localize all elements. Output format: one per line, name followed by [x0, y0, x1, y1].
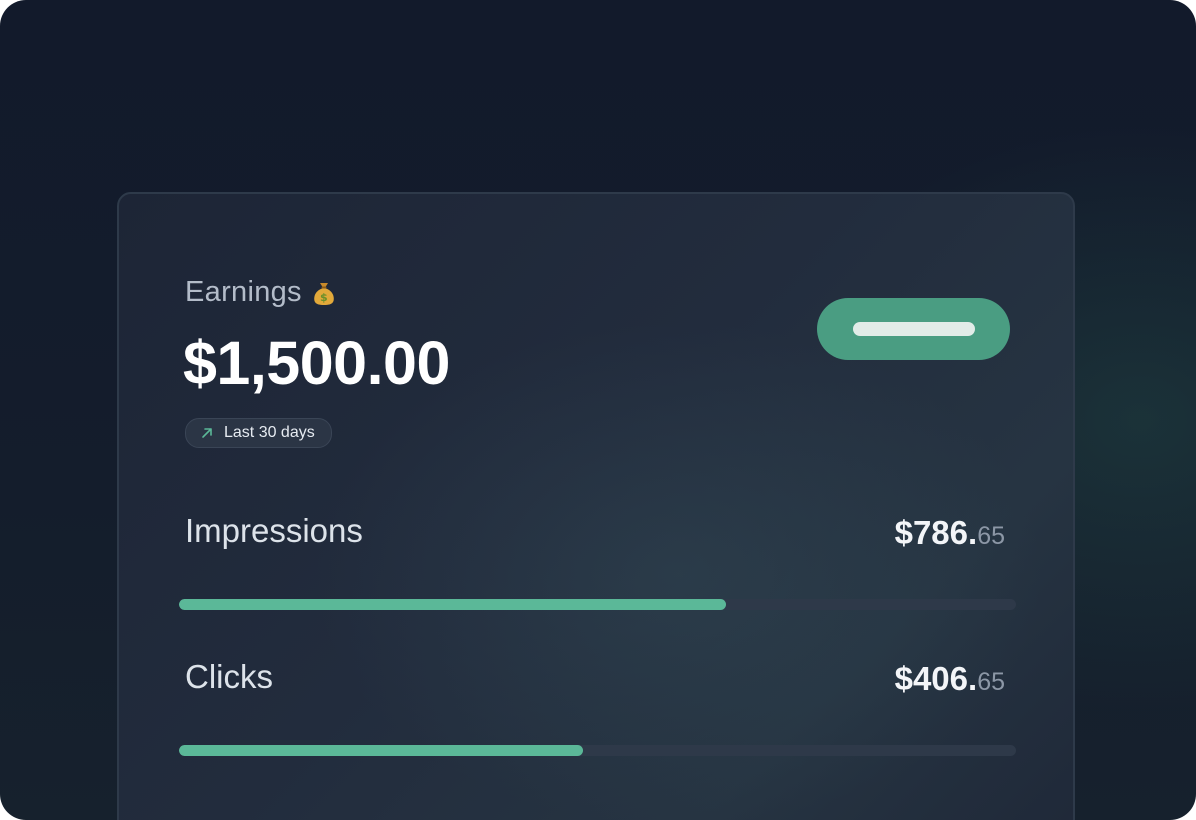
impressions-progress-track — [179, 599, 1016, 610]
earnings-title: Earnings — [185, 276, 302, 308]
period-label: Last 30 days — [224, 424, 315, 441]
clicks-label: Clicks — [185, 658, 273, 695]
earnings-card: Earnings $ $1,500.00 Last 30 days Impres… — [117, 192, 1075, 820]
impressions-label: Impressions — [185, 512, 363, 549]
clicks-value-cents: 65 — [977, 668, 1005, 696]
trend-up-arrow-icon — [202, 428, 212, 438]
clicks-value-main: $406. — [894, 660, 978, 697]
money-bag-icon: $ — [312, 280, 336, 306]
impressions-value: $786.65 — [895, 514, 1005, 552]
period-badge[interactable]: Last 30 days — [185, 418, 332, 448]
earnings-header: Earnings $ — [185, 276, 336, 309]
button-label-placeholder — [853, 322, 975, 336]
clicks-progress-fill — [179, 745, 584, 756]
clicks-progress-track — [179, 745, 1016, 756]
impressions-progress-fill — [179, 599, 726, 610]
action-button[interactable] — [817, 298, 1010, 360]
impressions-value-cents: 65 — [977, 522, 1005, 550]
impressions-value-main: $786. — [894, 514, 978, 551]
clicks-value: $406.65 — [895, 660, 1005, 698]
total-earnings-value: $1,500.00 — [183, 329, 450, 397]
svg-text:$: $ — [320, 291, 328, 304]
widget-frame: Earnings $ $1,500.00 Last 30 days Impres… — [0, 0, 1196, 820]
